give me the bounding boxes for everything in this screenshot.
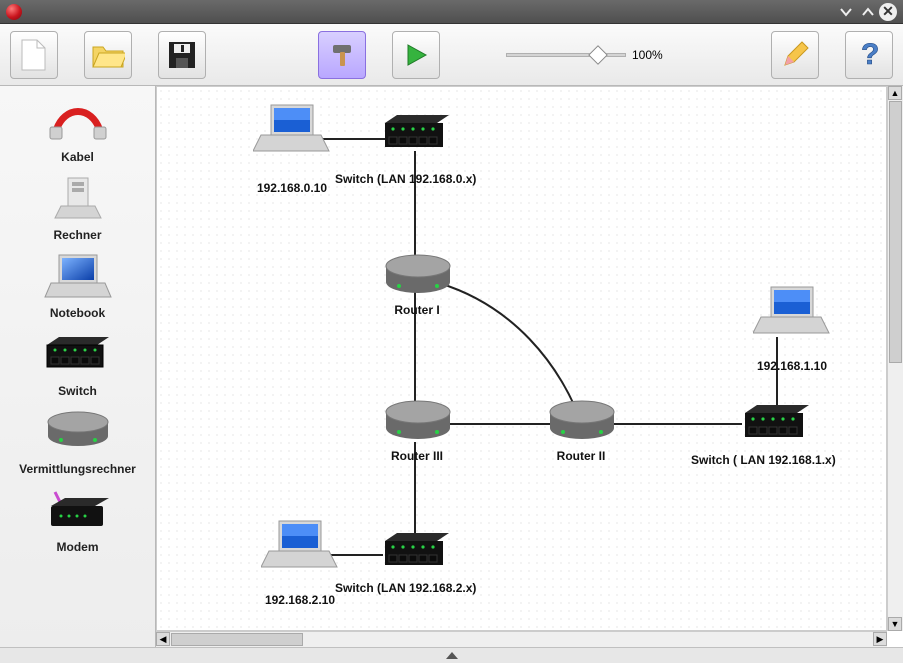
notebook-icon	[2, 248, 153, 306]
palette-item-vermittlungsrechner[interactable]: Vermittlungsrechner	[2, 404, 153, 476]
notebook-icon	[235, 517, 365, 573]
node-label: 192.168.2.10	[235, 593, 365, 607]
folder-icon	[91, 41, 125, 69]
zoom-track[interactable]	[506, 53, 626, 57]
play-icon	[402, 41, 430, 69]
help-button[interactable]: ?	[845, 31, 893, 79]
maximize-button[interactable]	[857, 1, 879, 23]
node-label: Router II	[543, 449, 619, 463]
palette-item-notebook[interactable]: Notebook	[2, 248, 153, 320]
scroll-thumb[interactable]	[171, 633, 303, 646]
main-area: Kabel Rechner Notebook Switch Vermittlun	[0, 86, 903, 647]
notebook-icon	[227, 101, 357, 157]
resize-handle-icon[interactable]	[446, 652, 458, 659]
node-label: 192.168.1.10	[727, 359, 857, 373]
minimize-button[interactable]	[835, 1, 857, 23]
palette-label: Switch	[2, 384, 153, 398]
cable-icon	[2, 92, 153, 150]
palette-item-rechner[interactable]: Rechner	[2, 170, 153, 242]
node-notebook-2[interactable]: 192.168.2.10	[235, 517, 365, 607]
palette-label: Notebook	[2, 306, 153, 320]
node-label: Router I	[379, 303, 455, 317]
node-router-1[interactable]: Router I	[379, 253, 455, 317]
palette: Kabel Rechner Notebook Switch Vermittlun	[0, 86, 156, 647]
scroll-thumb[interactable]	[889, 101, 902, 363]
toolbar: 100% ?	[0, 24, 903, 86]
titlebar: ✕	[0, 0, 903, 24]
app-icon	[6, 4, 22, 20]
edit-button[interactable]	[771, 31, 819, 79]
pc-icon	[2, 170, 153, 228]
node-label: Router III	[379, 449, 455, 463]
modem-icon	[2, 482, 153, 540]
horizontal-scrollbar[interactable]: ◀ ▶	[156, 631, 887, 647]
simulate-button[interactable]	[392, 31, 440, 79]
zoom-label: 100%	[632, 48, 663, 62]
canvas[interactable]: 192.168.0.10 Switch (LAN 192.168.0.x) Ro…	[156, 86, 887, 631]
zoom-thumb[interactable]	[588, 45, 608, 65]
palette-item-kabel[interactable]: Kabel	[2, 92, 153, 164]
palette-item-switch[interactable]: Switch	[2, 326, 153, 398]
blank-page-icon	[19, 38, 49, 72]
node-label: Switch ( LAN 192.168.1.x)	[691, 453, 836, 467]
router-icon	[379, 253, 455, 303]
node-switch-1[interactable]	[739, 403, 815, 445]
node-router-2[interactable]: Router II	[543, 399, 619, 463]
vertical-scrollbar[interactable]: ▲ ▼	[887, 86, 903, 631]
svg-text:?: ?	[861, 38, 879, 71]
palette-label: Kabel	[2, 150, 153, 164]
node-label: Switch (LAN 192.168.0.x)	[335, 172, 476, 186]
palette-label: Vermittlungsrechner	[2, 462, 153, 476]
scroll-right-button[interactable]: ▶	[873, 632, 887, 646]
palette-item-modem[interactable]: Modem	[2, 482, 153, 554]
switch-icon	[379, 531, 455, 573]
node-switch-2[interactable]	[379, 531, 455, 573]
new-file-button[interactable]	[10, 31, 58, 79]
pencil-icon	[780, 40, 810, 70]
node-router-3[interactable]: Router III	[379, 399, 455, 463]
save-file-button[interactable]	[158, 31, 206, 79]
switch-icon	[2, 326, 153, 384]
open-file-button[interactable]	[84, 31, 132, 79]
floppy-icon	[167, 40, 197, 70]
node-switch-0[interactable]	[379, 113, 455, 155]
scroll-up-button[interactable]: ▲	[888, 86, 902, 100]
notebook-icon	[727, 283, 857, 339]
design-mode-button[interactable]	[318, 31, 366, 79]
palette-label: Rechner	[2, 228, 153, 242]
router-icon	[379, 399, 455, 449]
switch-icon	[379, 113, 455, 155]
scroll-down-button[interactable]: ▼	[888, 617, 902, 631]
router-icon	[543, 399, 619, 449]
canvas-wrap: 192.168.0.10 Switch (LAN 192.168.0.x) Ro…	[156, 86, 903, 647]
close-button[interactable]: ✕	[879, 3, 897, 21]
node-notebook-1[interactable]: 192.168.1.10	[727, 283, 857, 373]
question-icon: ?	[855, 38, 883, 72]
scroll-left-button[interactable]: ◀	[156, 632, 170, 646]
hammer-icon	[327, 40, 357, 70]
statusbar	[0, 647, 903, 663]
switch-icon	[739, 403, 815, 445]
router-icon	[2, 404, 153, 462]
palette-label: Modem	[2, 540, 153, 554]
zoom-slider[interactable]: 100%	[506, 48, 663, 62]
